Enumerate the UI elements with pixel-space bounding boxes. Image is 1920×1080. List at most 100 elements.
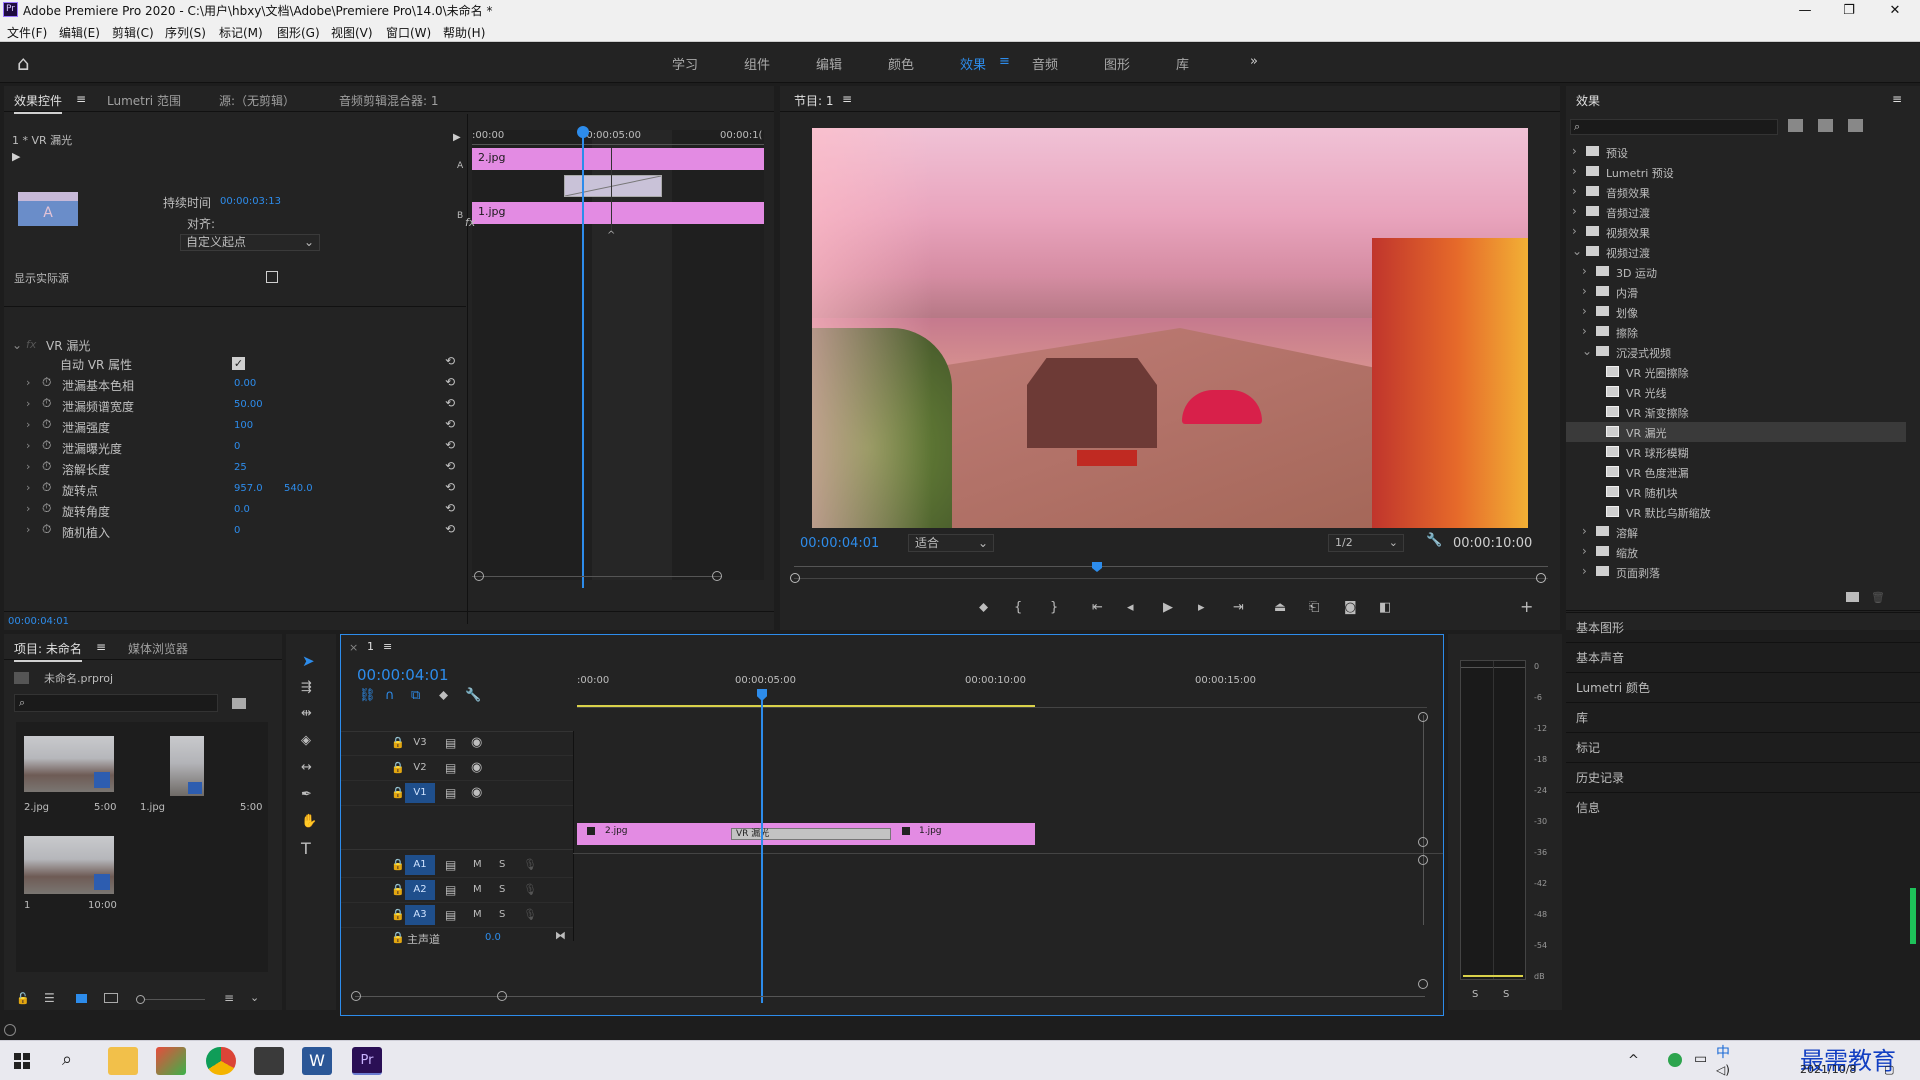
chevron-right-icon[interactable]: › (1582, 284, 1587, 298)
solo-button[interactable]: S (499, 884, 505, 895)
expand-icon[interactable]: › (26, 523, 30, 536)
icon-view-icon[interactable] (76, 994, 87, 1003)
stopwatch-icon[interactable]: ⏱ (42, 375, 51, 390)
playhead-handle[interactable] (757, 689, 767, 701)
menu-edit[interactable]: 编辑(E) (59, 24, 100, 41)
tab-effect-controls[interactable]: 效果控件 (14, 92, 63, 114)
expand-icon[interactable]: › (26, 481, 30, 494)
chevron-down-icon[interactable]: ⌄ (250, 991, 259, 1004)
effects-tree-item[interactable]: › 视频效果 (1566, 222, 1906, 242)
param-value[interactable]: 25 (234, 462, 247, 473)
stopwatch-icon[interactable]: ⏱ (42, 438, 51, 453)
panel-section[interactable]: 历史记录 (1566, 762, 1920, 790)
timeline-tab[interactable]: 1 (367, 640, 374, 653)
v-scroll-track[interactable] (1423, 715, 1424, 925)
chevron-right-icon[interactable]: › (1572, 204, 1577, 218)
sort-icon[interactable]: ≡ (224, 991, 234, 1005)
add-button-icon[interactable]: + (1520, 599, 1533, 615)
play-icon[interactable]: ▶ (1163, 601, 1173, 615)
timeline-close-icon[interactable]: × (349, 641, 358, 654)
notification-icon[interactable]: ▢ (1884, 1063, 1894, 1076)
panel-section[interactable]: 库 (1566, 702, 1920, 730)
ime-indicator[interactable]: 中 (1716, 1042, 1730, 1061)
solo-right-button[interactable]: S (1503, 989, 1509, 1000)
solo-left-button[interactable]: S (1472, 989, 1478, 1000)
play-transition-icon[interactable]: ▶ (12, 150, 20, 163)
sync-lock-icon[interactable]: ▤ (445, 908, 456, 922)
program-video-frame[interactable] (812, 128, 1528, 528)
microphone-icon[interactable]: 🎙 (523, 858, 537, 871)
panel-section[interactable]: 标记 (1566, 732, 1920, 760)
panel-section[interactable]: 基本图形 (1566, 612, 1920, 640)
mute-button[interactable]: M (473, 859, 482, 870)
lift-icon[interactable]: ⏏ (1274, 601, 1286, 615)
mark-out-icon[interactable]: } (1050, 601, 1058, 615)
file-explorer-icon[interactable] (108, 1047, 138, 1075)
transition-clip[interactable]: VR 漏光 (731, 828, 891, 840)
chevron-up-icon[interactable]: ^ (1628, 1053, 1639, 1068)
solo-button[interactable]: S (499, 909, 505, 920)
effects-tree-item[interactable]: VR 渐变擦除 (1566, 402, 1906, 422)
panel-section[interactable]: 信息 (1566, 792, 1920, 820)
expand-icon[interactable]: › (26, 397, 30, 410)
ec-playhead-handle[interactable] (577, 126, 589, 138)
workspace-effects[interactable]: 效果 (960, 54, 986, 73)
list-view-icon[interactable]: ☰ (44, 991, 55, 1005)
auto-vr-checkbox[interactable]: ✓ (232, 357, 245, 370)
chevron-right-icon[interactable]: › (1582, 564, 1587, 578)
project-item[interactable]: 1 10:00 (20, 830, 120, 926)
sync-lock-icon[interactable]: ▤ (445, 883, 456, 897)
param-value[interactable]: 0 (234, 525, 240, 536)
reset-icon[interactable]: ⟲ (445, 354, 455, 368)
tab-lumetri-scopes[interactable]: Lumetri 范围 (107, 92, 181, 109)
comparison-view-icon[interactable]: ◧ (1379, 601, 1391, 615)
freeform-view-icon[interactable] (104, 993, 118, 1003)
step-forward-icon[interactable]: ▸ (1198, 601, 1205, 615)
nest-icon[interactable]: ⛓ (359, 689, 376, 703)
windows-start-icon[interactable] (14, 1053, 30, 1069)
cut-handle-icon[interactable]: ^ (607, 230, 615, 241)
reset-icon[interactable]: ⟲ (445, 459, 455, 473)
chevron-right-icon[interactable]: › (1572, 184, 1577, 198)
lock-icon[interactable]: 🔓 (16, 992, 30, 1005)
ec-timecode[interactable]: 00:00:04:01 (8, 616, 69, 627)
show-source-checkbox[interactable] (266, 271, 278, 283)
reset-icon[interactable]: ⟲ (445, 501, 455, 515)
effects-tree-item[interactable]: VR 球形模糊 (1566, 442, 1906, 462)
track-name[interactable]: V1 (405, 783, 435, 803)
workspace-color[interactable]: 颜色 (888, 54, 914, 73)
tab-media-browser[interactable]: 媒体浏览器 (128, 640, 188, 657)
chevron-right-icon[interactable]: › (1572, 164, 1577, 178)
param-value[interactable]: 0 (234, 441, 240, 452)
menu-sequence[interactable]: 序列(S) (165, 24, 206, 41)
clip-a[interactable]: 2.jpg (472, 148, 764, 170)
tab-audio-clip-mixer[interactable]: 音频剪辑混合器: 1 (339, 92, 439, 109)
h-scroll-right[interactable] (497, 991, 507, 1001)
ec-scroll-handle-right[interactable] (712, 571, 722, 581)
effects-tree-item[interactable]: › 3D 运动 (1566, 262, 1906, 282)
stopwatch-icon[interactable]: ⏱ (42, 459, 51, 474)
zoom-slider[interactable] (145, 999, 205, 1000)
audio-track-header[interactable]: 🔒 A3 ▤ M S 🎙 (341, 903, 573, 928)
effects-tree-item[interactable]: › 音频效果 (1566, 182, 1906, 202)
effects-tree-item[interactable]: › 缩放 (1566, 542, 1906, 562)
master-lock-icon[interactable]: 🔒 (391, 931, 405, 944)
v-scroll-handle[interactable] (1418, 837, 1428, 847)
tab-menu-icon[interactable]: ≡ (76, 92, 86, 106)
menu-window[interactable]: 窗口(W) (386, 24, 431, 41)
volume-icon[interactable]: ◁) (1716, 1063, 1730, 1077)
program-playhead[interactable] (1092, 562, 1102, 572)
ripple-edit-icon[interactable]: ⇹ (301, 707, 312, 721)
search-icon[interactable]: ⌕ (62, 1049, 72, 1070)
chevron-right-icon[interactable]: › (1582, 264, 1587, 278)
network-icon[interactable]: ▭ (1694, 1051, 1707, 1067)
linked-selection-icon[interactable]: ⧉ (411, 689, 420, 703)
effects-tree-item[interactable]: ⌄ 视频过渡 (1566, 242, 1906, 262)
audio-track-header[interactable]: 🔒 A1 ▤ M S 🎙 (341, 853, 573, 878)
param-value-2[interactable]: 540.0 (284, 483, 313, 494)
mute-button[interactable]: M (473, 884, 482, 895)
lock-icon[interactable]: 🔒 (391, 908, 405, 921)
tab-source[interactable]: 源:（无剪辑） (219, 92, 295, 109)
microphone-icon[interactable]: 🎙 (523, 883, 537, 896)
lock-icon[interactable]: 🔒 (391, 736, 405, 749)
